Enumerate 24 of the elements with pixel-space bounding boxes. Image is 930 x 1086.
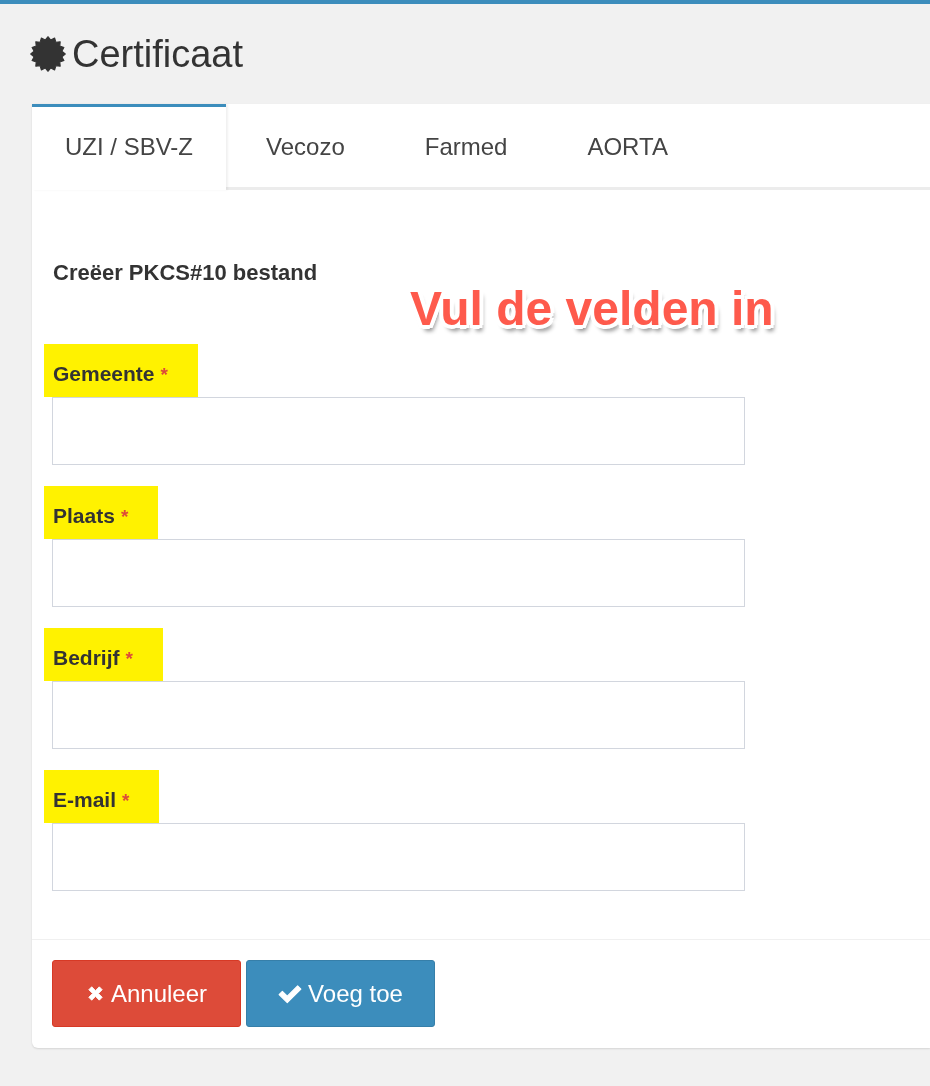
input-field[interactable] — [52, 539, 745, 607]
add-button[interactable]: Voeg toe — [246, 960, 435, 1027]
field-label: Gemeente — [53, 362, 155, 385]
tab[interactable]: Vecozo — [226, 104, 385, 190]
required-mark: * — [125, 648, 133, 669]
required-mark: * — [160, 364, 168, 385]
field-label: E-mail — [53, 788, 117, 811]
tab[interactable]: Farmed — [384, 104, 548, 190]
input-field[interactable] — [52, 397, 745, 465]
required-mark: * — [122, 790, 130, 811]
field-label: Plaats — [53, 504, 115, 527]
cancel-button[interactable]: Annuleer — [52, 960, 241, 1027]
input-field[interactable] — [52, 681, 745, 749]
input-field[interactable] — [52, 823, 745, 891]
required-mark: * — [120, 506, 129, 527]
tab[interactable]: AORTA — [547, 104, 708, 190]
page-title: Certificaat — [72, 32, 244, 76]
close-icon — [85, 984, 105, 1003]
tab[interactable]: UZI / SBV-Z — [32, 104, 226, 190]
form-heading: Creëer PKCS#10 bestand — [53, 259, 318, 287]
checkmark-icon — [278, 983, 303, 1004]
certificate-icon — [30, 36, 66, 72]
annotation-text: Vul de velden in — [410, 283, 774, 335]
field-label: Bedrijf — [53, 646, 120, 669]
